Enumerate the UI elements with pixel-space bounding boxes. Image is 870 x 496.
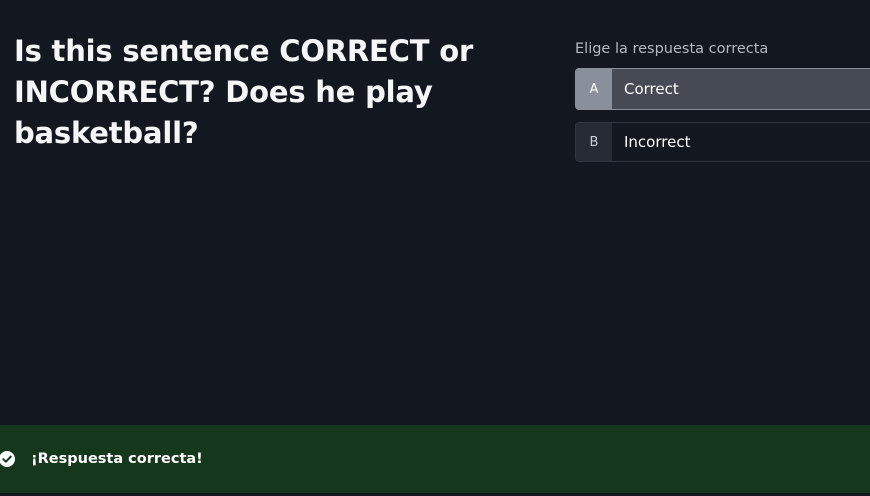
feedback-bar: ¡Respuesta correcta! [0,425,870,493]
answer-option-b[interactable]: B Incorrect [575,122,870,162]
option-letter-b: B [576,123,612,161]
question-text: Is this sentence CORRECT or INCORRECT? D… [14,34,474,150]
check-circle-icon [0,451,15,467]
option-label-b: Incorrect [624,133,691,151]
option-label-a: Correct [624,80,679,98]
answer-prompt: Elige la respuesta correcta [575,41,769,57]
answer-option-a[interactable]: A Correct [575,68,870,110]
feedback-message: ¡Respuesta correcta! [31,451,203,467]
answer-panel: Elige la respuesta correcta A Correct B … [575,40,870,174]
option-letter-a: A [576,69,612,109]
